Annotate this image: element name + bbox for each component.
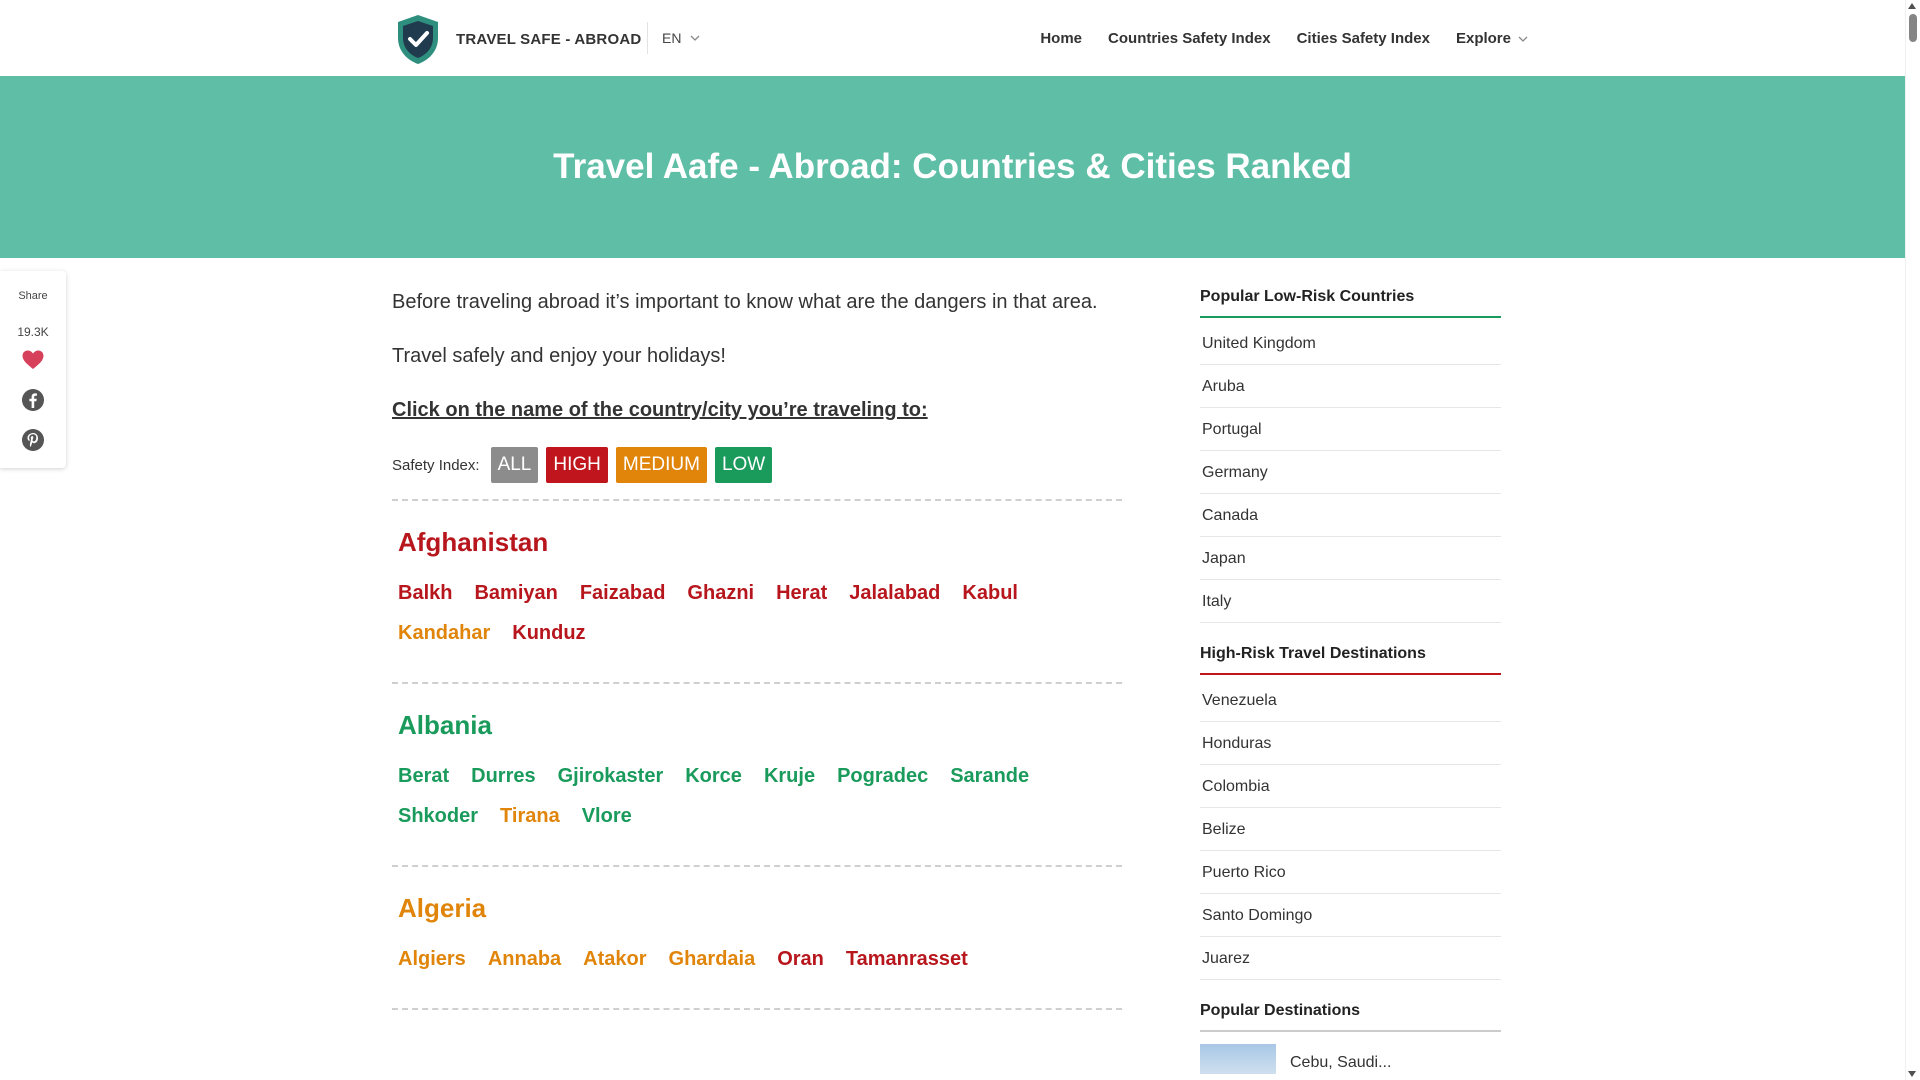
country-link[interactable]: Albania bbox=[398, 710, 1116, 740]
brand-name[interactable]: TRAVEL SAFE - ABROAD bbox=[456, 31, 641, 48]
right-sidebar: Popular Low-Risk Countries United Kingdo… bbox=[1200, 288, 1501, 1074]
share-label: Share bbox=[18, 290, 48, 302]
list-item[interactable]: Colombia bbox=[1200, 765, 1501, 808]
main-content: Before traveling abroad it’s important t… bbox=[392, 290, 1122, 1010]
filter-all-button[interactable]: ALL bbox=[490, 447, 539, 483]
list-item[interactable]: Aruba bbox=[1200, 365, 1501, 408]
page-scrollbar[interactable] bbox=[1905, 0, 1920, 1080]
city-link[interactable]: Algiers bbox=[398, 947, 466, 971]
city-list: Algiers Annaba Atakor Ghardaia Oran Tama… bbox=[398, 947, 1038, 1008]
country-link[interactable]: Algeria bbox=[398, 893, 1116, 923]
chevron-down-icon bbox=[690, 35, 700, 41]
page-title: Travel Aafe - Abroad: Countries & Cities… bbox=[553, 147, 1352, 186]
facebook-icon[interactable] bbox=[21, 388, 45, 412]
safety-index-label: Safety Index: bbox=[392, 456, 480, 474]
scrollbar-thumb[interactable] bbox=[1909, 14, 1917, 42]
nav-explore-label: Explore bbox=[1455, 30, 1511, 47]
city-list: Berat Durres Gjirokaster Korce Kruje Pog… bbox=[398, 764, 1038, 865]
nav-explore[interactable]: Explore bbox=[1456, 30, 1529, 47]
country-section-afghanistan: Afghanistan Balkh Bamiyan Faizabad Ghazn… bbox=[392, 501, 1122, 682]
list-item[interactable]: Italy bbox=[1200, 580, 1501, 623]
city-list: Balkh Bamiyan Faizabad Ghazni Herat Jala… bbox=[398, 581, 1038, 682]
list-item[interactable]: Belize bbox=[1200, 808, 1501, 851]
instruction-heading: Click on the name of the country/city yo… bbox=[392, 399, 928, 421]
country-link[interactable]: Afghanistan bbox=[398, 527, 1116, 557]
filter-high-button[interactable]: HIGH bbox=[546, 447, 608, 483]
city-link[interactable]: Durres bbox=[471, 764, 535, 788]
city-link[interactable]: Berat bbox=[398, 764, 449, 788]
city-link[interactable]: Gjirokaster bbox=[558, 764, 664, 788]
intro-text-2: Travel safely and enjoy your holidays! bbox=[392, 345, 726, 367]
list-item[interactable]: Puerto Rico bbox=[1200, 851, 1501, 894]
language-label: EN bbox=[662, 30, 682, 46]
city-link[interactable]: Pogradec bbox=[837, 764, 928, 788]
city-link[interactable]: Herat bbox=[776, 581, 827, 605]
share-sidebar: Share 19.3K bbox=[0, 271, 66, 468]
filter-medium-button[interactable]: MEDIUM bbox=[615, 447, 707, 483]
list-item[interactable]: Portugal bbox=[1200, 408, 1501, 451]
list-item[interactable]: Japan bbox=[1200, 537, 1501, 580]
destination-thumbnail bbox=[1200, 1044, 1276, 1074]
list-item[interactable]: Juarez bbox=[1200, 937, 1501, 980]
main-nav: Home Countries Safety Index Cities Safet… bbox=[1040, 30, 1529, 47]
nav-countries-safety-index[interactable]: Countries Safety Index bbox=[1108, 30, 1271, 47]
low-risk-heading: Popular Low-Risk Countries bbox=[1200, 288, 1501, 318]
destination-name: Cebu, Saudi... bbox=[1290, 1054, 1392, 1071]
safety-index-filter: Safety Index: ALL HIGH MEDIUM LOW bbox=[392, 447, 1122, 483]
low-risk-list: United Kingdom Aruba Portugal Germany Ca… bbox=[1200, 322, 1501, 623]
city-link[interactable]: Faizabad bbox=[580, 581, 666, 605]
country-section-algeria: Algeria Algiers Annaba Atakor Ghardaia O… bbox=[392, 867, 1122, 1008]
shield-check-icon[interactable] bbox=[396, 14, 440, 65]
section-divider bbox=[392, 1008, 1122, 1010]
pinterest-icon[interactable] bbox=[21, 428, 45, 452]
language-selector[interactable]: EN bbox=[662, 30, 701, 46]
destination-item[interactable]: Cebu, Saudi... bbox=[1200, 1036, 1501, 1074]
share-count: 19.3K bbox=[17, 325, 49, 339]
city-link[interactable]: Kunduz bbox=[512, 621, 585, 645]
city-link[interactable]: Kabul bbox=[962, 581, 1018, 605]
city-link[interactable]: Balkh bbox=[398, 581, 452, 605]
list-item[interactable]: United Kingdom bbox=[1200, 322, 1501, 365]
scroll-down-arrow-icon[interactable] bbox=[1908, 1071, 1916, 1077]
scroll-up-arrow-icon[interactable] bbox=[1908, 3, 1916, 9]
list-item[interactable]: Santo Domingo bbox=[1200, 894, 1501, 937]
city-link[interactable]: Atakor bbox=[583, 947, 646, 971]
city-link[interactable]: Korce bbox=[685, 764, 742, 788]
city-link[interactable]: Bamiyan bbox=[474, 581, 557, 605]
popular-destinations-heading: Popular Destinations bbox=[1200, 1002, 1501, 1032]
city-link[interactable]: Kandahar bbox=[398, 621, 490, 645]
nav-cities-safety-index[interactable]: Cities Safety Index bbox=[1297, 30, 1430, 47]
city-link[interactable]: Jalalabad bbox=[849, 581, 940, 605]
city-link[interactable]: Annaba bbox=[488, 947, 561, 971]
list-item[interactable]: Honduras bbox=[1200, 722, 1501, 765]
city-link[interactable]: Shkoder bbox=[398, 804, 478, 828]
chevron-down-icon bbox=[1518, 36, 1528, 42]
intro-text-1: Before traveling abroad it’s important t… bbox=[392, 291, 1098, 313]
list-item[interactable]: Venezuela bbox=[1200, 679, 1501, 722]
city-link[interactable]: Tamanrasset bbox=[846, 947, 968, 971]
city-link[interactable]: Ghardaia bbox=[669, 947, 756, 971]
city-link[interactable]: Vlore bbox=[582, 804, 632, 828]
city-link[interactable]: Ghazni bbox=[687, 581, 754, 605]
country-section-albania: Albania Berat Durres Gjirokaster Korce K… bbox=[392, 684, 1122, 865]
list-item[interactable]: Germany bbox=[1200, 451, 1501, 494]
heart-icon[interactable] bbox=[21, 348, 45, 372]
high-risk-list: Venezuela Honduras Colombia Belize Puert… bbox=[1200, 679, 1501, 980]
filter-low-button[interactable]: LOW bbox=[714, 447, 773, 483]
city-link[interactable]: Oran bbox=[777, 947, 824, 971]
list-item[interactable]: Canada bbox=[1200, 494, 1501, 537]
high-risk-heading: High-Risk Travel Destinations bbox=[1200, 645, 1501, 675]
city-link[interactable]: Tirana bbox=[500, 804, 560, 828]
header-divider bbox=[647, 22, 648, 54]
nav-home[interactable]: Home bbox=[1040, 30, 1082, 47]
city-link[interactable]: Sarande bbox=[950, 764, 1029, 788]
top-header: TRAVEL SAFE - ABROAD EN Home Countries S… bbox=[0, 0, 1905, 76]
city-link[interactable]: Kruje bbox=[764, 764, 815, 788]
hero-banner: Travel Aafe - Abroad: Countries & Cities… bbox=[0, 76, 1905, 258]
